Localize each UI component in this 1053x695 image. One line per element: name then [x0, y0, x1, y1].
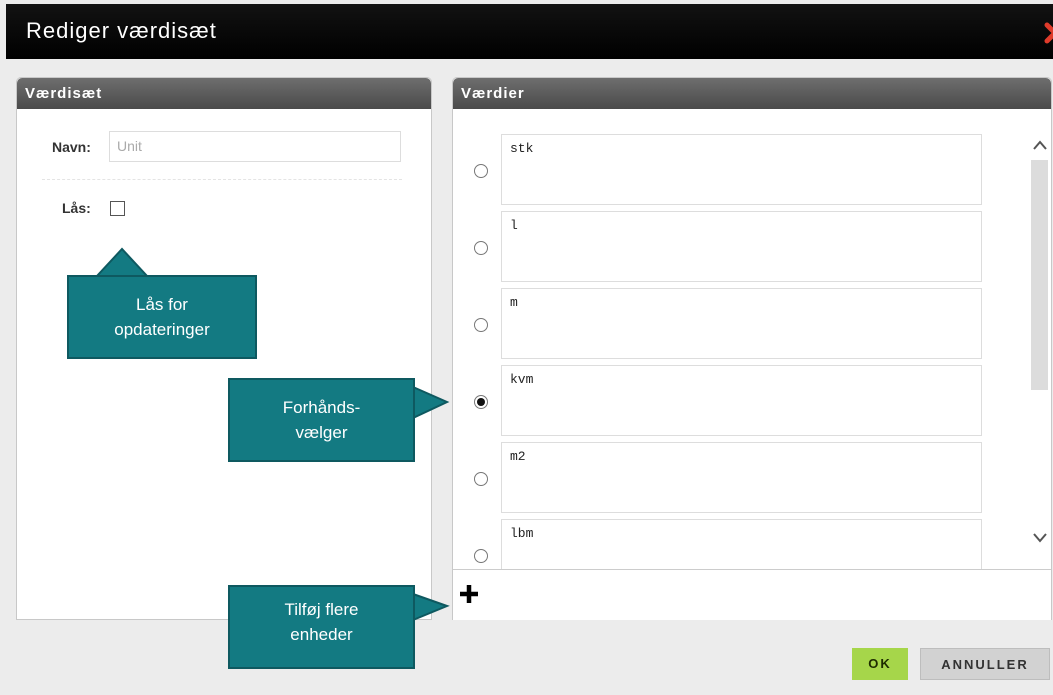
callout-line: Forhånds-: [282, 398, 361, 417]
lock-callout: Lås for opdateringer: [67, 275, 257, 359]
callout-line: opdateringer: [114, 320, 210, 339]
cancel-button[interactable]: ANNULLER: [920, 648, 1050, 680]
callout-line: Lås for: [136, 295, 188, 314]
callout-line: vælger: [295, 423, 348, 442]
callout-line: enheder: [290, 625, 353, 644]
ok-button[interactable]: OK: [852, 648, 908, 680]
preselect-callout: Forhånds- vælger: [228, 378, 415, 462]
callout-line: Tilføj flere: [284, 600, 359, 619]
add-more-callout: Tilføj flere enheder: [228, 585, 415, 669]
